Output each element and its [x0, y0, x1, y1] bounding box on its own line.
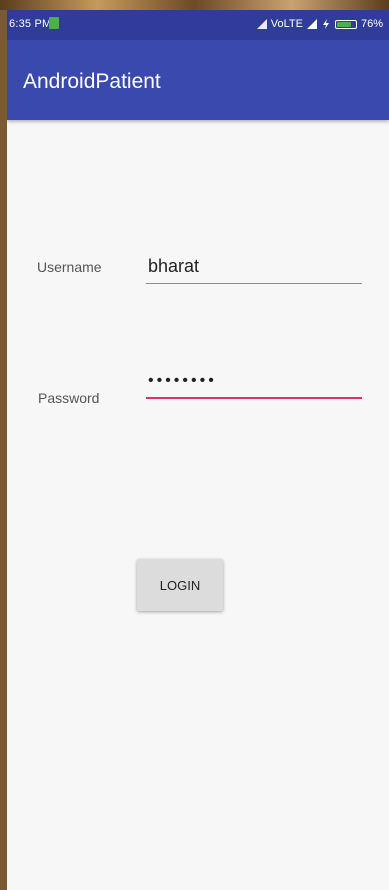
phone-screen: 6:35 PM VoLTE 76% AndroidPatient Usernam…: [7, 10, 389, 890]
status-time: 6:35 PM: [9, 18, 52, 30]
username-input[interactable]: [146, 250, 362, 284]
password-input[interactable]: [146, 365, 362, 399]
battery-fill: [336, 21, 351, 27]
username-label: Username: [37, 259, 102, 275]
signal-icon: [256, 19, 267, 29]
charging-icon: [322, 19, 329, 29]
page-title: AndroidPatient: [23, 70, 161, 93]
app-bar: AndroidPatient: [7, 40, 389, 120]
message-icon: [49, 17, 59, 29]
status-icons: VoLTE 76%: [256, 18, 383, 30]
battery-icon: [334, 19, 357, 29]
network-label: VoLTE: [270, 18, 303, 30]
background-photo-strip: [0, 0, 389, 10]
login-button[interactable]: LOGIN: [137, 559, 223, 611]
signal-icon: [306, 19, 317, 29]
password-label: Password: [38, 390, 100, 406]
battery-label: 76%: [360, 18, 383, 30]
photo-frame: 6:35 PM VoLTE 76% AndroidPatient Usernam…: [0, 0, 389, 890]
status-bar: 6:35 PM VoLTE 76%: [7, 10, 389, 40]
